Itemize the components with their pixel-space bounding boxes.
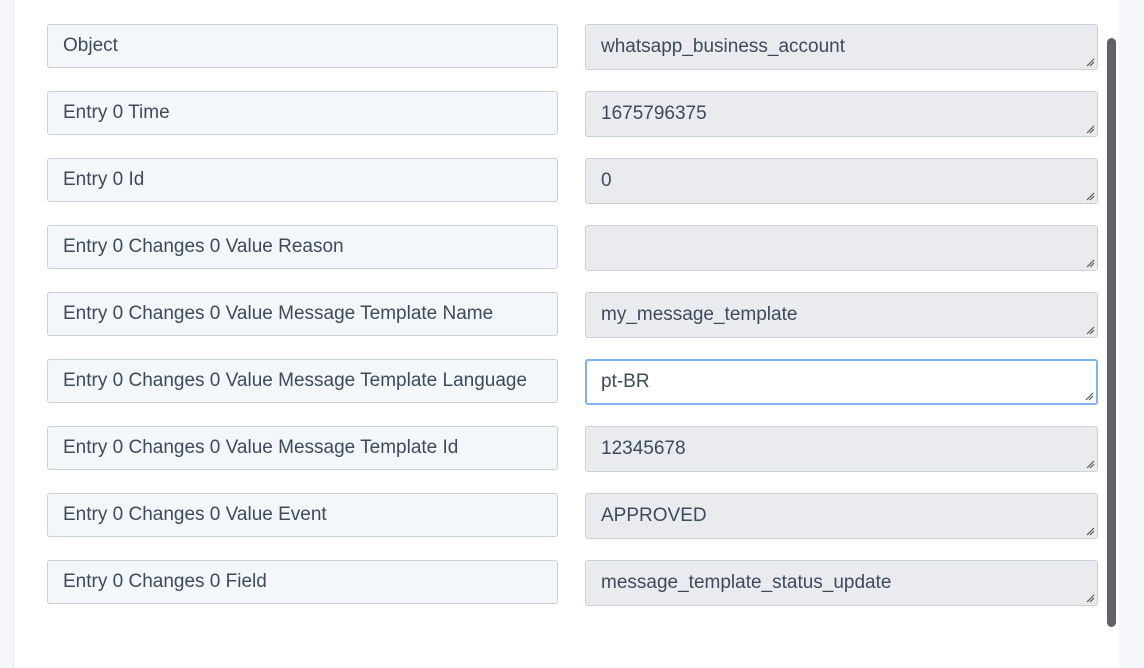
field-value-text: APPROVED (601, 505, 707, 526)
field-value-object[interactable]: whatsapp_business_account (585, 24, 1098, 70)
field-value-value-event[interactable]: APPROVED (585, 493, 1098, 539)
field-value-value-reason[interactable] (585, 225, 1098, 271)
field-label-changes-field: Entry 0 Changes 0 Field (47, 560, 558, 604)
resize-handle-icon[interactable] (1085, 325, 1095, 335)
field-label-object: Object (47, 24, 558, 68)
field-value-text: 12345678 (601, 438, 686, 459)
resize-handle-icon[interactable] (1085, 459, 1095, 469)
resize-handle-icon[interactable] (1085, 191, 1095, 201)
resize-handle-icon[interactable] (1085, 593, 1095, 603)
field-label-template-name: Entry 0 Changes 0 Value Message Template… (47, 292, 558, 336)
field-value-text: my_message_template (601, 304, 798, 325)
scrollbar-thumb[interactable] (1107, 38, 1116, 627)
field-label-template-id: Entry 0 Changes 0 Value Message Template… (47, 426, 558, 470)
resize-handle-icon[interactable] (1085, 258, 1095, 268)
field-label-value-reason: Entry 0 Changes 0 Value Reason (47, 225, 558, 269)
field-label-value-event: Entry 0 Changes 0 Value Event (47, 493, 558, 537)
field-value-text: pt-BR (601, 371, 650, 392)
field-value-text: whatsapp_business_account (601, 36, 846, 57)
field-value-template-id[interactable]: 12345678 (585, 426, 1098, 472)
field-value-template-language[interactable]: pt-BR (585, 359, 1098, 405)
field-label-entry-time: Entry 0 Time (47, 91, 558, 135)
field-value-text: message_template_status_update (601, 572, 892, 593)
field-value-entry-time[interactable]: 1675796375 (585, 91, 1098, 137)
field-value-text: 0 (601, 170, 612, 191)
field-value-entry-id[interactable]: 0 (585, 158, 1098, 204)
resize-handle-icon[interactable] (1085, 124, 1095, 134)
resize-handle-icon[interactable] (1085, 57, 1095, 67)
field-label-template-language: Entry 0 Changes 0 Value Message Template… (47, 359, 558, 403)
field-value-template-name[interactable]: my_message_template (585, 292, 1098, 338)
field-mapping-panel: Object whatsapp_business_account Entry 0… (13, 0, 1119, 668)
resize-handle-icon[interactable] (1085, 526, 1095, 536)
resize-handle-icon[interactable] (1084, 391, 1094, 401)
field-label-entry-id: Entry 0 Id (47, 158, 558, 202)
field-value-text: 1675796375 (601, 103, 707, 124)
field-value-changes-field[interactable]: message_template_status_update (585, 560, 1098, 606)
